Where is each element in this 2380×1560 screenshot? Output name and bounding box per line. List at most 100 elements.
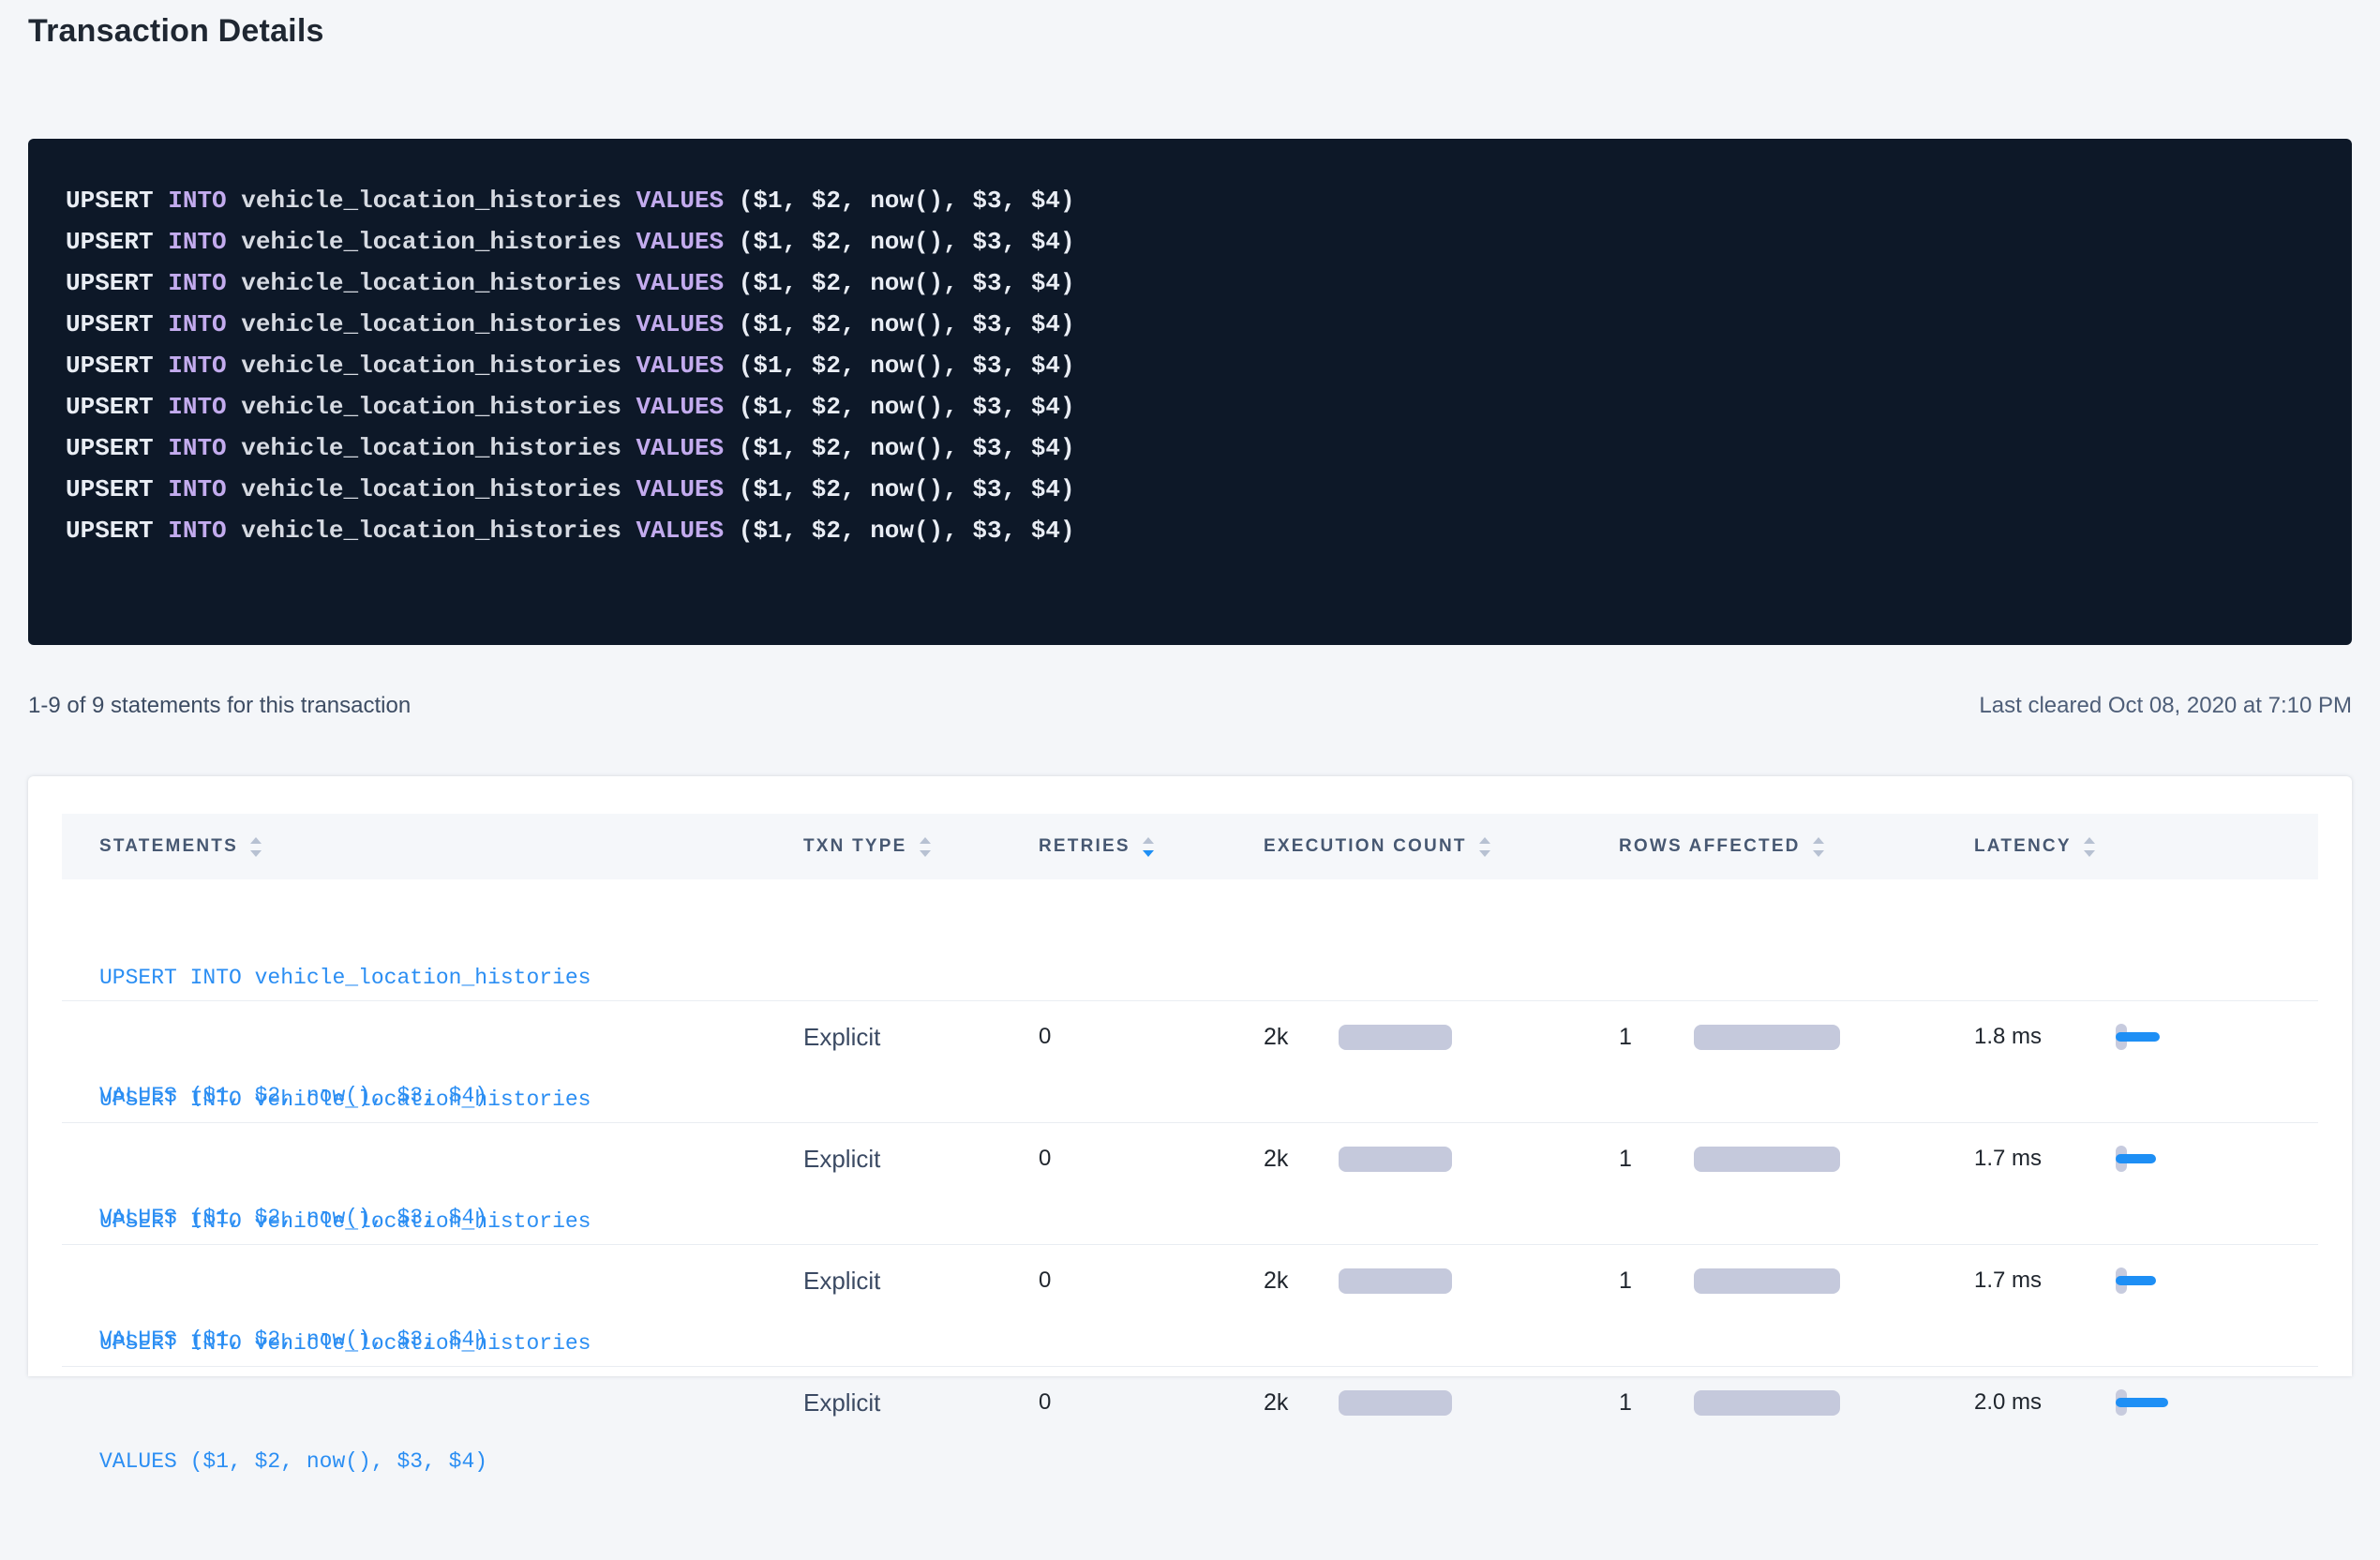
sql-args-token: ($1, $2, now(), $3, $4) bbox=[739, 310, 1075, 338]
sql-command-token: UPSERT bbox=[66, 352, 154, 380]
sql-statement-line: UPSERT INTO vehicle_location_histories V… bbox=[66, 180, 2314, 221]
sql-keyword-token: INTO bbox=[168, 187, 226, 215]
space bbox=[621, 434, 636, 462]
sql-args-token: ($1, $2, now(), $3, $4) bbox=[739, 352, 1075, 380]
statement-link-line1: UPSERT INTO vehicle_location_histories bbox=[99, 1080, 803, 1119]
sql-args-token: ($1, $2, now(), $3, $4) bbox=[739, 187, 1075, 215]
sql-command-token: UPSERT bbox=[66, 228, 154, 256]
table-row: UPSERT INTO vehicle_location_histories V… bbox=[62, 1001, 2318, 1123]
space bbox=[621, 475, 636, 503]
sql-code-block: UPSERT INTO vehicle_location_histories V… bbox=[28, 139, 2352, 645]
rows-affected-value: 1 bbox=[1619, 1146, 1694, 1173]
table-header-row: STATEMENTS TXN TYPE RETRIES EXECUTION CO… bbox=[62, 814, 2318, 879]
retries-cell: 0 bbox=[1039, 1389, 1264, 1416]
space bbox=[154, 310, 169, 338]
sql-statement-line: UPSERT INTO vehicle_location_histories V… bbox=[66, 345, 2314, 386]
sql-command-token: UPSERT bbox=[66, 187, 154, 215]
sql-args-token: ($1, $2, now(), $3, $4) bbox=[739, 228, 1075, 256]
sql-table-name-token: vehicle_location_histories bbox=[241, 228, 621, 256]
execution-count-bar bbox=[1339, 1390, 1452, 1416]
statement-link-line1: UPSERT INTO vehicle_location_histories bbox=[99, 1202, 803, 1241]
column-header-retries[interactable]: RETRIES bbox=[1039, 836, 1264, 857]
sql-statement-line: UPSERT INTO vehicle_location_histories V… bbox=[66, 428, 2314, 469]
sql-table-name-token: vehicle_location_histories bbox=[241, 187, 621, 215]
column-header-label: RETRIES bbox=[1039, 836, 1130, 857]
sql-keyword-token: VALUES bbox=[636, 434, 725, 462]
sql-keyword-token: INTO bbox=[168, 475, 226, 503]
sort-ascending-icon bbox=[1143, 837, 1154, 844]
latency-value: 1.7 ms bbox=[1974, 1146, 2116, 1172]
page-title: Transaction Details bbox=[28, 13, 2352, 50]
table-row: UPSERT INTO vehicle_location_histories V… bbox=[62, 1123, 2318, 1245]
sort-descending-icon bbox=[1143, 850, 1154, 857]
column-header-rows-affected[interactable]: ROWS AFFECTED bbox=[1619, 836, 1974, 857]
space bbox=[724, 228, 739, 256]
rows-affected-value: 1 bbox=[1619, 1024, 1694, 1051]
space bbox=[621, 228, 636, 256]
sql-statement-line: UPSERT INTO vehicle_location_histories V… bbox=[66, 304, 2314, 345]
latency-bar bbox=[2116, 1154, 2156, 1163]
sort-descending-icon bbox=[1813, 850, 1824, 857]
space bbox=[621, 269, 636, 297]
retries-cell: 0 bbox=[1039, 1268, 1264, 1294]
sort-icons bbox=[1143, 837, 1154, 857]
rows-affected-cell: 1 bbox=[1619, 1146, 1974, 1173]
column-header-label: STATEMENTS bbox=[99, 836, 238, 857]
sql-args-token: ($1, $2, now(), $3, $4) bbox=[739, 517, 1075, 545]
sort-icons bbox=[1479, 837, 1490, 857]
latency-bar bbox=[2116, 1032, 2160, 1042]
txn-type-cell: Explicit bbox=[803, 1145, 1039, 1174]
sort-descending-icon bbox=[1479, 850, 1490, 857]
latency-cell: 1.7 ms bbox=[1974, 1146, 2318, 1172]
space bbox=[227, 475, 242, 503]
statement-link-line1: UPSERT INTO vehicle_location_histories bbox=[99, 1324, 803, 1363]
space bbox=[227, 187, 242, 215]
space bbox=[154, 393, 169, 421]
sql-keyword-token: VALUES bbox=[636, 269, 725, 297]
rows-affected-cell: 1 bbox=[1619, 1268, 1974, 1295]
execution-count-bar bbox=[1339, 1268, 1452, 1294]
statements-table-card: STATEMENTS TXN TYPE RETRIES EXECUTION CO… bbox=[28, 776, 2352, 1376]
sql-keyword-token: VALUES bbox=[636, 310, 725, 338]
sort-descending-icon bbox=[920, 850, 931, 857]
rows-affected-bar bbox=[1694, 1390, 1840, 1416]
execution-count-value: 2k bbox=[1264, 1024, 1339, 1051]
statements-count-summary: 1-9 of 9 statements for this transaction bbox=[28, 692, 411, 720]
rows-affected-cell: 1 bbox=[1619, 1389, 1974, 1417]
latency-chart bbox=[2116, 1389, 2228, 1416]
last-cleared-timestamp: Last cleared Oct 08, 2020 at 7:10 PM bbox=[1979, 692, 2352, 720]
space bbox=[724, 434, 739, 462]
rows-affected-bar bbox=[1694, 1025, 1840, 1050]
sql-keyword-token: VALUES bbox=[636, 393, 725, 421]
space bbox=[154, 228, 169, 256]
execution-count-cell: 2k bbox=[1264, 1389, 1619, 1417]
sql-args-token: ($1, $2, now(), $3, $4) bbox=[739, 393, 1075, 421]
space bbox=[154, 434, 169, 462]
column-header-execution-count[interactable]: EXECUTION COUNT bbox=[1264, 836, 1619, 857]
sql-keyword-token: INTO bbox=[168, 228, 226, 256]
rows-affected-bar bbox=[1694, 1268, 1840, 1294]
rows-affected-value: 1 bbox=[1619, 1268, 1694, 1295]
space bbox=[724, 517, 739, 545]
txn-type-cell: Explicit bbox=[803, 1023, 1039, 1052]
execution-count-cell: 2k bbox=[1264, 1268, 1619, 1295]
sql-table-name-token: vehicle_location_histories bbox=[241, 475, 621, 503]
latency-chart bbox=[2116, 1024, 2228, 1050]
statement-link[interactable]: UPSERT INTO vehicle_location_histories V… bbox=[99, 1245, 803, 1560]
column-header-statements[interactable]: STATEMENTS bbox=[99, 836, 803, 857]
statement-link-line1: UPSERT INTO vehicle_location_histories bbox=[99, 958, 803, 998]
sql-command-token: UPSERT bbox=[66, 269, 154, 297]
rows-affected-cell: 1 bbox=[1619, 1024, 1974, 1051]
sql-keyword-token: INTO bbox=[168, 269, 226, 297]
column-header-latency[interactable]: LATENCY bbox=[1974, 836, 2318, 857]
sql-command-token: UPSERT bbox=[66, 434, 154, 462]
sort-icons bbox=[1813, 837, 1824, 857]
sort-descending-icon bbox=[250, 850, 262, 857]
sql-keyword-token: INTO bbox=[168, 517, 226, 545]
column-header-txn-type[interactable]: TXN TYPE bbox=[803, 836, 1039, 857]
rows-affected-bar bbox=[1694, 1147, 1840, 1172]
sort-ascending-icon bbox=[920, 837, 931, 844]
execution-count-value: 2k bbox=[1264, 1146, 1339, 1173]
sort-ascending-icon bbox=[1813, 837, 1824, 844]
sort-icons bbox=[250, 837, 262, 857]
